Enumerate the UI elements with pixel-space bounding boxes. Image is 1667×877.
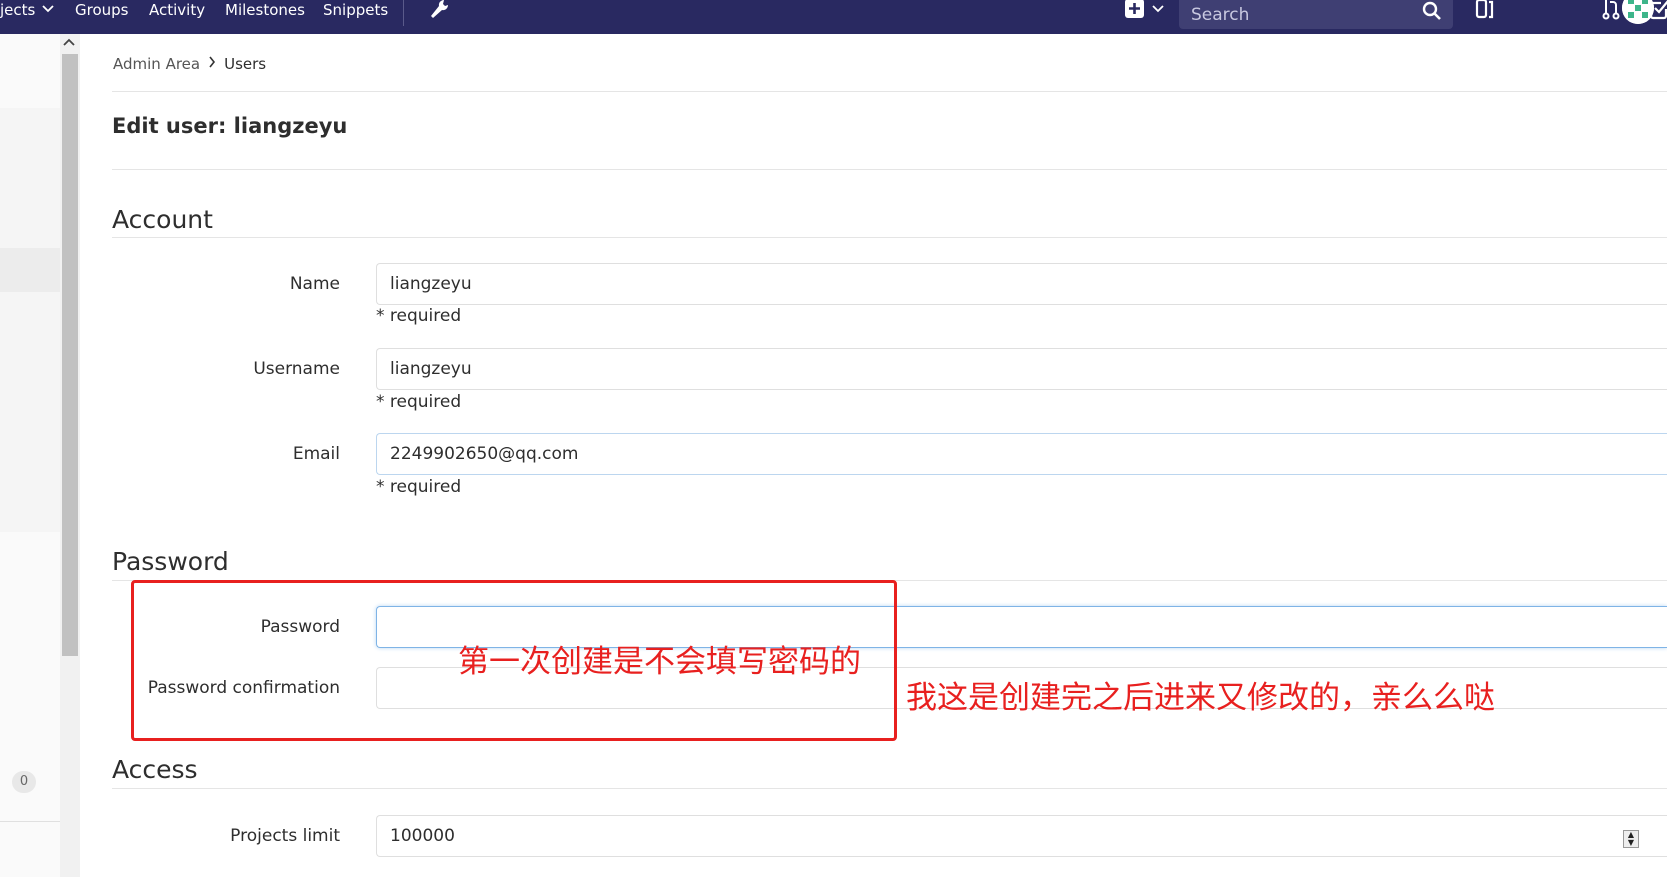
chevron-right-icon [208, 56, 216, 72]
breadcrumb: Admin Area Users [113, 52, 266, 76]
scrollbar-thumb[interactable] [62, 54, 78, 656]
section-title-password: Password [112, 547, 229, 576]
nav-projects-label: jects [0, 1, 36, 19]
nav-snippets-link[interactable]: Snippets [323, 0, 388, 20]
breadcrumb-users[interactable]: Users [224, 55, 266, 73]
section-title-account: Account [112, 205, 213, 234]
nav-milestones-link[interactable]: Milestones [225, 0, 305, 20]
divider [112, 788, 1667, 789]
merge-requests-icon[interactable] [1600, 0, 1622, 25]
name-field[interactable] [376, 263, 1667, 305]
chevron-down-icon [42, 5, 54, 13]
username-field[interactable] [376, 348, 1667, 390]
divider [112, 91, 1667, 92]
plus-square-icon [1125, 0, 1144, 18]
divider [112, 169, 1667, 170]
sidebar-item[interactable] [0, 108, 60, 248]
search-input[interactable] [1179, 0, 1409, 29]
section-title-access: Access [112, 755, 198, 784]
sidebar-item[interactable] [0, 34, 60, 108]
nav-activity-link[interactable]: Activity [149, 0, 205, 20]
annotation-note-1: 第一次创建是不会填写密码的 [458, 644, 861, 680]
chevron-down-icon [1152, 5, 1164, 13]
username-required-hint: * required [376, 392, 462, 412]
divider [112, 237, 1667, 238]
page-title: Edit user: liangzeyu [112, 114, 348, 138]
search-box [1179, 0, 1453, 29]
name-label: Name [289, 274, 340, 294]
top-navbar: jects Groups Activity Milestones Snippet… [0, 0, 1667, 34]
name-required-hint: * required [376, 306, 462, 326]
number-stepper-icon[interactable]: ▲ ▼ [1623, 830, 1639, 848]
projects-limit-label: Projects limit [230, 826, 340, 846]
sidebar-item[interactable] [0, 292, 60, 532]
sidebar-count-badge: 0 [12, 771, 36, 793]
projects-limit-field[interactable] [376, 815, 1667, 857]
nav-groups-link[interactable]: Groups [75, 0, 128, 20]
email-field[interactable] [376, 433, 1667, 475]
nav-divider [403, 0, 404, 26]
search-icon[interactable] [1422, 1, 1442, 21]
email-required-hint: * required [376, 477, 462, 497]
username-label: Username [253, 359, 340, 379]
breadcrumb-admin-area[interactable]: Admin Area [113, 55, 200, 73]
admin-wrench-icon[interactable] [428, 0, 450, 24]
scroll-up-arrow-icon[interactable] [63, 36, 75, 50]
issues-icon[interactable] [1474, 0, 1496, 25]
nav-projects-dropdown[interactable]: jects [0, 0, 54, 20]
email-label: Email [292, 444, 340, 464]
new-item-dropdown[interactable] [1124, 0, 1164, 23]
annotation-note-2: 我这是创建完之后进来又修改的，亲么么哒 [906, 680, 1495, 716]
